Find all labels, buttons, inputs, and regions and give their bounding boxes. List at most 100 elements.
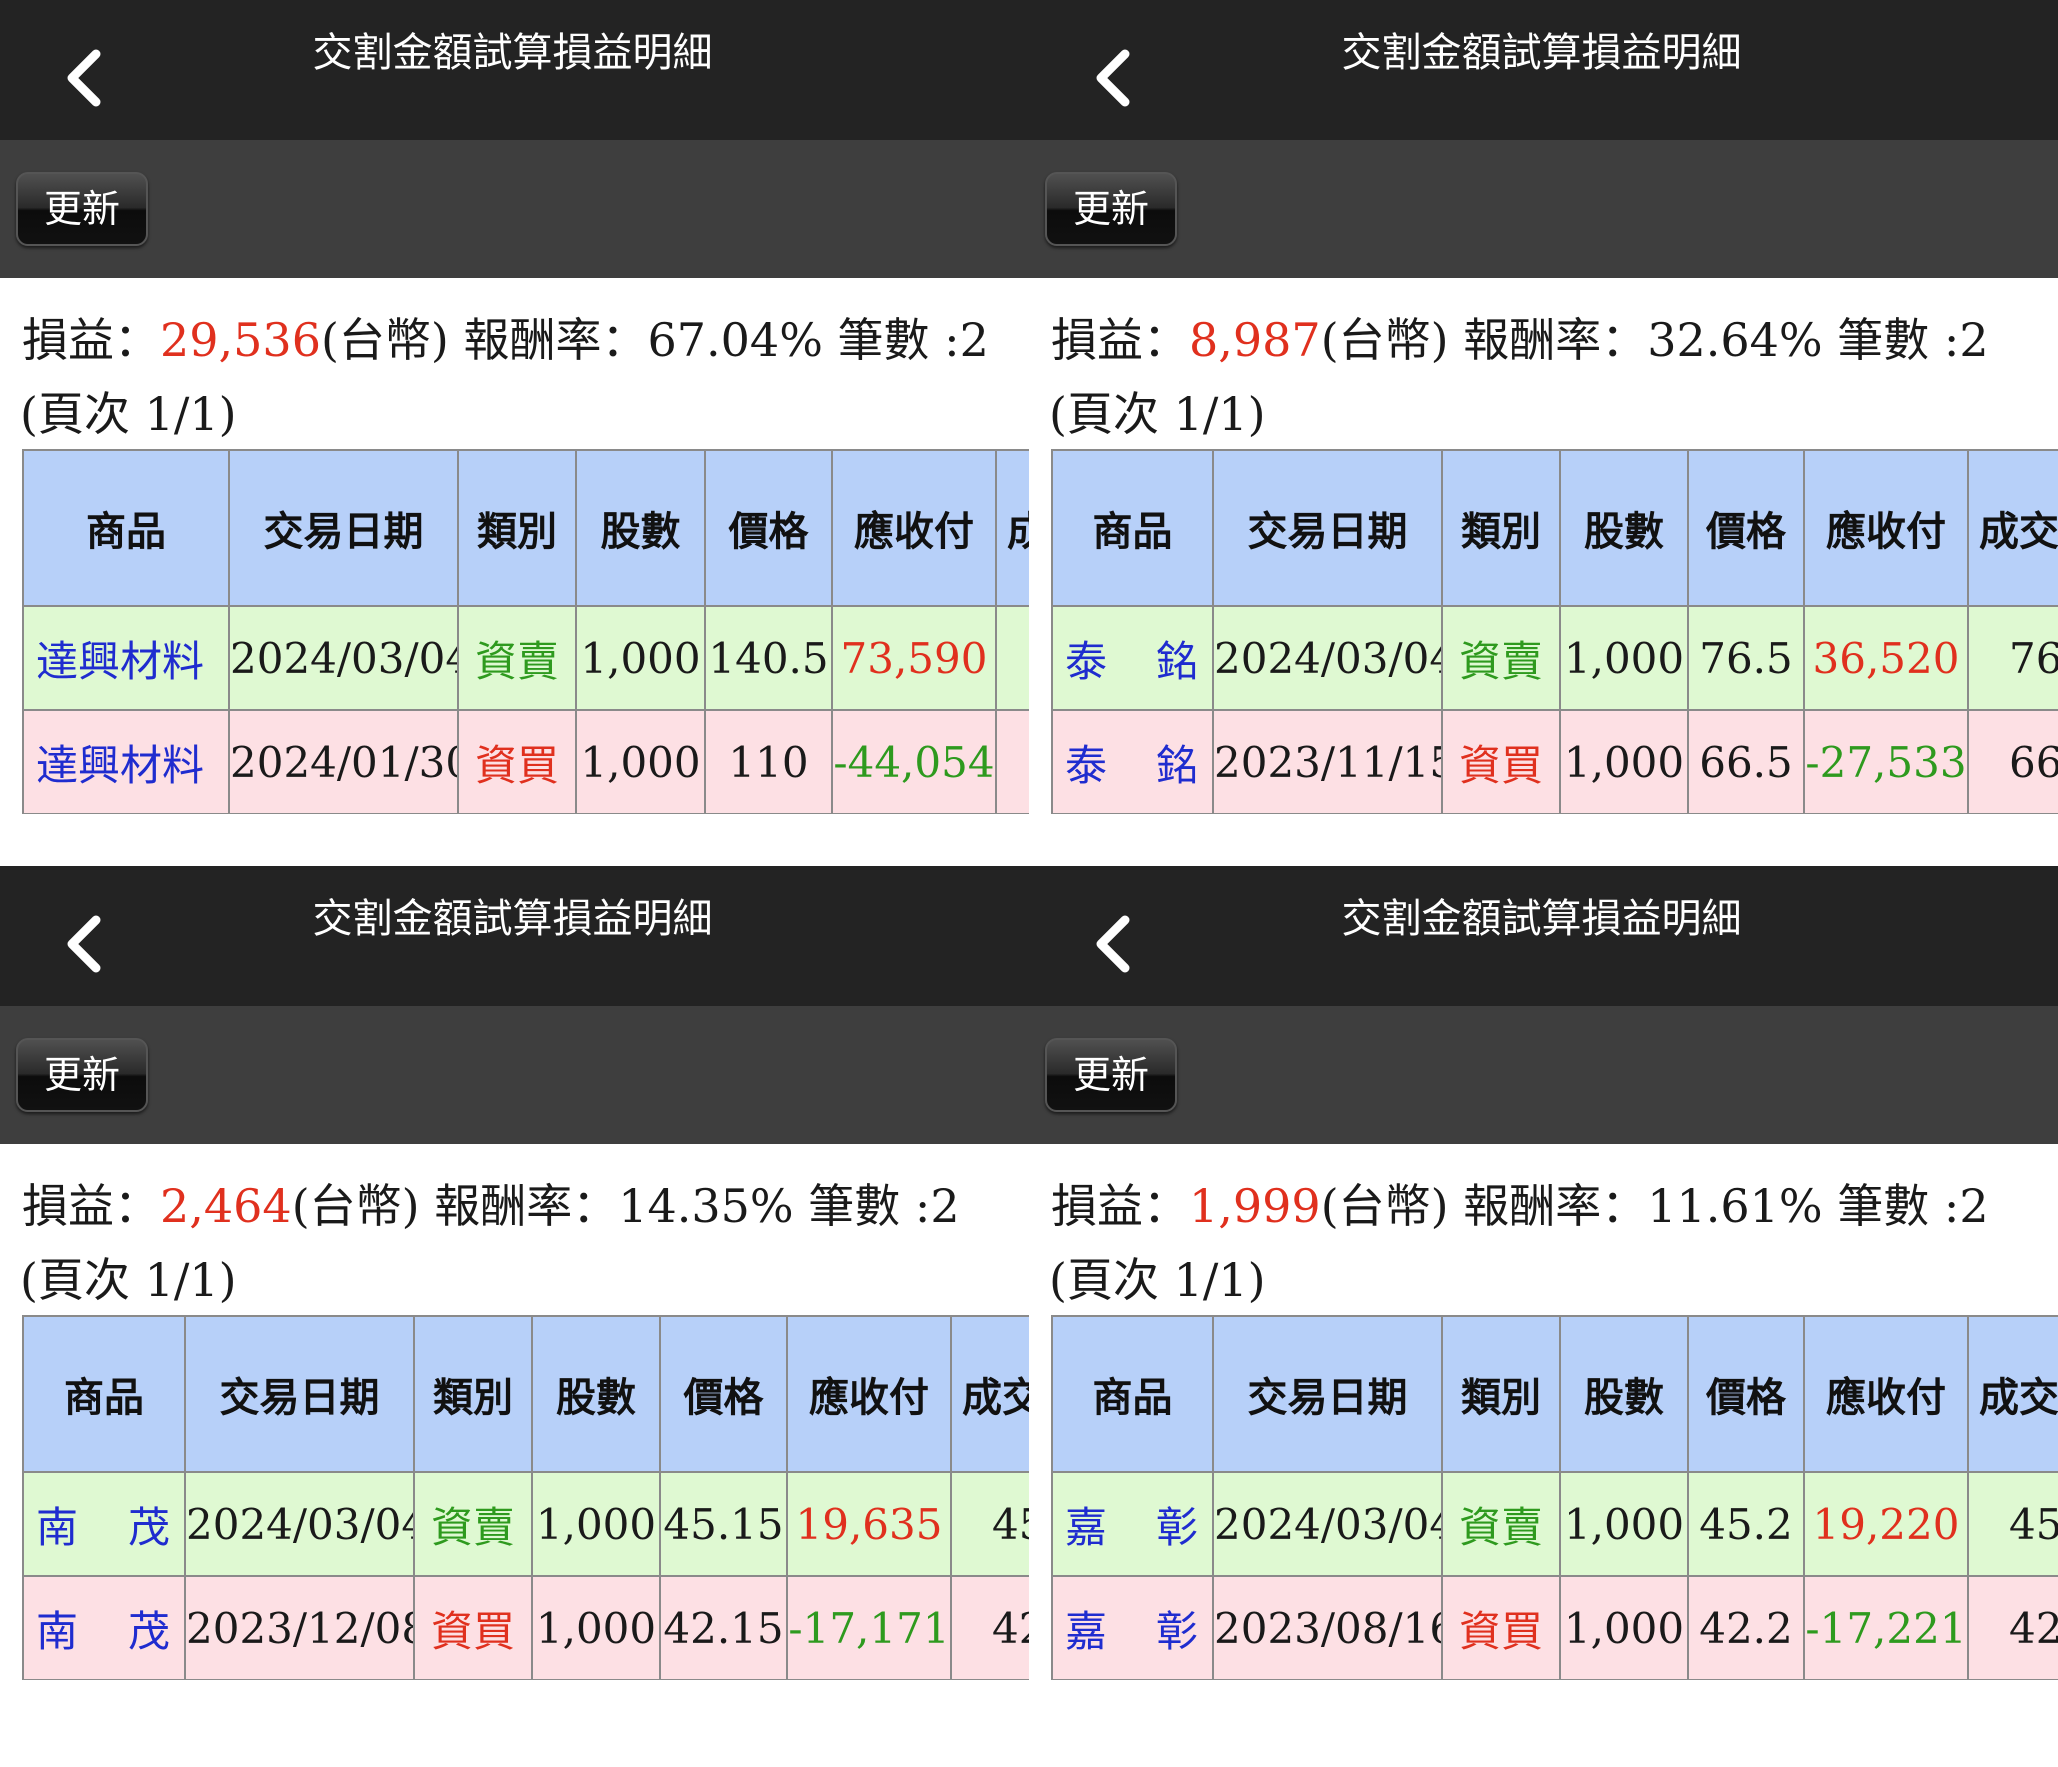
date-cell: 2023/08/16 xyxy=(1212,1575,1443,1680)
pnl-summary: 損益：8,987(台幣) 報酬率：32.64% 筆數 :2 xyxy=(1051,306,1989,374)
col-header: 成交 xyxy=(950,1315,1029,1473)
product-cell[interactable]: 泰銘 xyxy=(1051,605,1214,711)
table-row[interactable]: 達興材料 2024/03/04 資賣 1,000 140.5 73,590 xyxy=(22,605,1029,711)
pnl-panel-2: 交割金額試算損益明細 更新 損益：8,987(台幣) 報酬率：32.64% 筆數… xyxy=(1029,0,2058,866)
refresh-button[interactable]: 更新 xyxy=(1045,1038,1177,1112)
type-cell: 資賣 xyxy=(457,605,577,711)
return-label: 報酬率： xyxy=(1463,1179,1648,1233)
col-header: 類別 xyxy=(413,1315,533,1473)
table-header: 商品 交易日期 類別 股數 價格 應收付 成交 xyxy=(22,1315,1029,1473)
table-row[interactable]: 泰銘 2023/11/15 資買 1,000 66.5 -27,533 66.5 xyxy=(1051,709,2058,814)
product-cell[interactable]: 嘉彰 xyxy=(1051,1471,1214,1577)
toolbar xyxy=(0,140,1029,278)
price-cell: 76.5 xyxy=(1687,605,1805,711)
shares-cell: 1,000 xyxy=(531,1575,661,1680)
table-row[interactable]: 達興材料 2024/01/30 資買 1,000 110 -44,054 xyxy=(22,709,1029,814)
trade-table: 商品 交易日期 類別 股數 價格 應收付 成交 達興材料 2024/03/04 … xyxy=(22,449,1029,814)
table-header: 商品 交易日期 類別 股數 價格 應收付 成交 xyxy=(1051,449,2058,607)
amount-cell: -27,533 xyxy=(1803,709,1969,814)
count-value: 2 xyxy=(1959,1179,1989,1233)
pnl-label: 損益： xyxy=(1051,1179,1189,1233)
type-cell: 資賣 xyxy=(1441,1471,1561,1577)
shares-cell: 1,000 xyxy=(1559,1471,1689,1577)
shares-cell: 1,000 xyxy=(1559,709,1689,814)
price-cell: 45.2 xyxy=(1687,1471,1805,1577)
date-cell: 2024/03/04 xyxy=(1212,1471,1443,1577)
trade-table: 商品 交易日期 類別 股數 價格 應收付 成交 泰銘 2024/03/04 資賣… xyxy=(1051,449,2058,814)
col-header: 交易日期 xyxy=(184,1315,415,1473)
deal-price-cell: 76.5 xyxy=(1967,605,2058,711)
count-label: 筆數 : xyxy=(837,313,960,367)
price-cell: 42.15 xyxy=(659,1575,788,1680)
table-row[interactable]: 嘉彰 2023/08/16 資買 1,000 42.2 -17,221 42.2 xyxy=(1051,1575,2058,1680)
refresh-button[interactable]: 更新 xyxy=(16,172,148,246)
table-row[interactable]: 嘉彰 2024/03/04 資賣 1,000 45.2 19,220 45.2 xyxy=(1051,1471,2058,1577)
col-header: 商品 xyxy=(22,449,230,607)
refresh-button[interactable]: 更新 xyxy=(16,1038,148,1112)
col-header: 商品 xyxy=(22,1315,186,1473)
shares-cell: 1,000 xyxy=(1559,1575,1689,1680)
product-cell[interactable]: 南茂 xyxy=(22,1575,186,1680)
deal-price-cell xyxy=(995,709,1029,814)
product-cell[interactable]: 嘉彰 xyxy=(1051,1575,1214,1680)
pnl-summary: 損益：1,999(台幣) 報酬率：11.61% 筆數 :2 xyxy=(1051,1172,1989,1240)
table-row[interactable]: 南茂 2023/12/08 資買 1,000 42.15 -17,171 42.… xyxy=(22,1575,1029,1680)
product-cell[interactable]: 南茂 xyxy=(22,1471,186,1577)
count-label: 筆數 : xyxy=(808,1179,931,1233)
product-cell[interactable]: 達興材料 xyxy=(22,605,230,711)
date-cell: 2023/11/15 xyxy=(1212,709,1443,814)
col-header: 類別 xyxy=(457,449,577,607)
date-cell: 2023/12/08 xyxy=(184,1575,415,1680)
type-cell: 資買 xyxy=(413,1575,533,1680)
trade-table: 商品 交易日期 類別 股數 價格 應收付 成交 嘉彰 2024/03/04 資賣… xyxy=(1051,1315,2058,1680)
shares-cell: 1,000 xyxy=(1559,605,1689,711)
pnl-summary: 損益：2,464(台幣) 報酬率：14.35% 筆數 :2 xyxy=(22,1172,960,1240)
return-rate: 14.35% xyxy=(618,1179,794,1233)
col-header: 商品 xyxy=(1051,449,1214,607)
product-cell[interactable]: 達興材料 xyxy=(22,709,230,814)
page-indicator: (頁次 1/1) xyxy=(20,1253,237,1307)
toolbar xyxy=(1029,1006,2058,1144)
table-header: 商品 交易日期 類別 股數 價格 應收付 成交 xyxy=(22,449,1029,607)
col-header: 應收付 xyxy=(1803,449,1969,607)
page-title: 交割金額試算損益明細 xyxy=(1341,30,1742,76)
pnl-value: 29,536 xyxy=(160,313,321,367)
count-value: 2 xyxy=(959,313,989,367)
col-header: 類別 xyxy=(1441,449,1561,607)
col-header: 類別 xyxy=(1441,1315,1561,1473)
date-cell: 2024/03/04 xyxy=(1212,605,1443,711)
amount-cell: -17,171 xyxy=(786,1575,952,1680)
col-header: 價格 xyxy=(1687,449,1805,607)
pnl-label: 損益： xyxy=(1051,313,1189,367)
price-cell: 45.15 xyxy=(659,1471,788,1577)
amount-cell: 19,635 xyxy=(786,1471,952,1577)
col-header: 交易日期 xyxy=(1212,449,1443,607)
count-value: 2 xyxy=(1959,313,1989,367)
deal-price-cell: 42.2 xyxy=(1967,1575,2058,1680)
deal-price-cell xyxy=(995,605,1029,711)
col-header: 應收付 xyxy=(786,1315,952,1473)
pnl-value: 8,987 xyxy=(1189,313,1321,367)
price-cell: 66.5 xyxy=(1687,709,1805,814)
table-row[interactable]: 南茂 2024/03/04 資賣 1,000 45.15 19,635 45.1… xyxy=(22,1471,1029,1577)
amount-cell: -17,221 xyxy=(1803,1575,1969,1680)
pnl-value: 2,464 xyxy=(160,1179,292,1233)
shares-cell: 1,000 xyxy=(575,605,706,711)
col-header: 商品 xyxy=(1051,1315,1214,1473)
product-cell[interactable]: 泰銘 xyxy=(1051,709,1214,814)
pnl-label: 損益： xyxy=(22,313,160,367)
amount-cell: -44,054 xyxy=(831,709,997,814)
amount-cell: 36,520 xyxy=(1803,605,1969,711)
return-label: 報酬率： xyxy=(1463,313,1648,367)
currency-label: (台幣) xyxy=(1320,313,1449,367)
type-cell: 資買 xyxy=(1441,1575,1561,1680)
count-label: 筆數 : xyxy=(1837,313,1960,367)
col-header: 價格 xyxy=(1687,1315,1805,1473)
amount-cell: 19,220 xyxy=(1803,1471,1969,1577)
col-header: 股數 xyxy=(531,1315,661,1473)
return-label: 報酬率： xyxy=(434,1179,619,1233)
date-cell: 2024/03/04 xyxy=(228,605,459,711)
col-header: 價格 xyxy=(704,449,833,607)
refresh-button[interactable]: 更新 xyxy=(1045,172,1177,246)
table-row[interactable]: 泰銘 2024/03/04 資賣 1,000 76.5 36,520 76.5 xyxy=(1051,605,2058,711)
